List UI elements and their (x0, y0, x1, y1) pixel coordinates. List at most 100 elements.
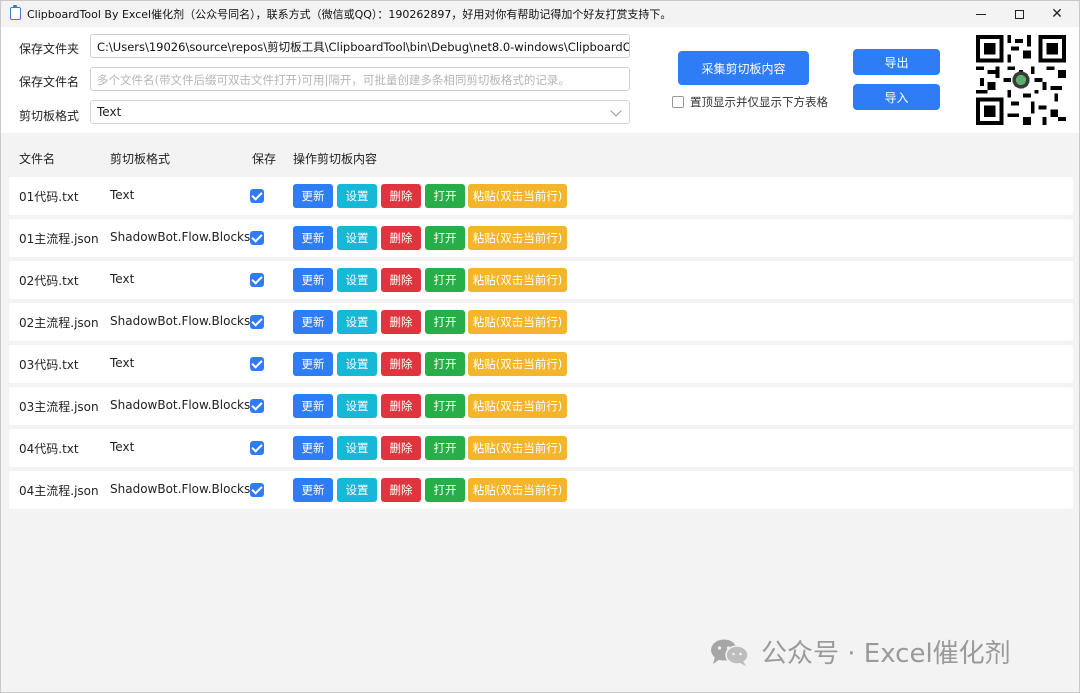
settings-button[interactable]: 设置 (337, 352, 377, 376)
row-format: Text (110, 440, 135, 454)
delete-button[interactable]: 删除 (381, 478, 421, 502)
delete-button[interactable]: 删除 (381, 310, 421, 334)
collect-clipboard-button[interactable]: 采集剪切板内容 (678, 51, 809, 85)
header-save: 保存 (252, 152, 277, 166)
window-title: ClipboardTool By Excel催化剂（公众号同名），联系方式（微信… (27, 8, 672, 21)
table-row[interactable]: 02代码.txt Text 更新 设置 删除 打开 粘贴(双击当前行) (9, 261, 1073, 299)
topmost-checkbox[interactable] (672, 96, 684, 108)
open-button[interactable]: 打开 (425, 394, 465, 418)
delete-button[interactable]: 删除 (381, 184, 421, 208)
header-filename: 文件名 (19, 152, 56, 166)
open-button[interactable]: 打开 (425, 268, 465, 292)
table-row[interactable]: 04主流程.json ShadowBot.Flow.Blocks 更新 设置 删… (9, 471, 1073, 509)
row-save-checkbox[interactable] (250, 357, 264, 371)
minimize-icon (976, 13, 986, 15)
export-button[interactable]: 导出 (853, 49, 940, 75)
filename-label: 保存文件名 (19, 75, 80, 89)
row-format: ShadowBot.Flow.Blocks (110, 398, 251, 412)
row-filename: 03代码.txt (19, 358, 79, 372)
update-button[interactable]: 更新 (293, 310, 333, 334)
watermark-text: 公众号 · Excel催化剂 (761, 639, 1011, 669)
clipboard-table: 01代码.txt Text 更新 设置 删除 打开 粘贴(双击当前行) 01主流… (9, 177, 1073, 513)
close-button[interactable]: ✕ (1037, 1, 1077, 27)
title-bar: ClipboardTool By Excel催化剂（公众号同名），联系方式（微信… (1, 1, 1079, 27)
row-format: ShadowBot.Flow.Blocks (110, 314, 251, 328)
delete-button[interactable]: 删除 (381, 394, 421, 418)
header-format: 剪切板格式 (110, 152, 171, 166)
update-button[interactable]: 更新 (293, 436, 333, 460)
paste-button[interactable]: 粘贴(双击当前行) (468, 310, 567, 334)
row-save-checkbox[interactable] (250, 231, 264, 245)
watermark: 公众号 · Excel催化剂 (709, 633, 1011, 670)
row-format: Text (110, 272, 135, 286)
header-actions: 操作剪切板内容 (293, 152, 378, 166)
settings-button[interactable]: 设置 (337, 394, 377, 418)
settings-button[interactable]: 设置 (337, 478, 377, 502)
row-format: Text (110, 188, 135, 202)
row-save-checkbox[interactable] (250, 441, 264, 455)
close-icon: ✕ (1051, 6, 1063, 22)
update-button[interactable]: 更新 (293, 226, 333, 250)
paste-button[interactable]: 粘贴(双击当前行) (468, 226, 567, 250)
update-button[interactable]: 更新 (293, 394, 333, 418)
table-row[interactable]: 03主流程.json ShadowBot.Flow.Blocks 更新 设置 删… (9, 387, 1073, 425)
folder-input[interactable]: C:\Users\19026\source\repos\剪切板工具\Clipbo… (90, 34, 630, 58)
open-button[interactable]: 打开 (425, 310, 465, 334)
settings-button[interactable]: 设置 (337, 310, 377, 334)
paste-button[interactable]: 粘贴(双击当前行) (468, 184, 567, 208)
update-button[interactable]: 更新 (293, 184, 333, 208)
row-save-checkbox[interactable] (250, 315, 264, 329)
delete-button[interactable]: 删除 (381, 268, 421, 292)
row-filename: 01代码.txt (19, 190, 79, 204)
row-filename: 04代码.txt (19, 442, 79, 456)
paste-button[interactable]: 粘贴(双击当前行) (468, 352, 567, 376)
table-row[interactable]: 04代码.txt Text 更新 设置 删除 打开 粘贴(双击当前行) (9, 429, 1073, 467)
open-button[interactable]: 打开 (425, 436, 465, 460)
row-filename: 04主流程.json (19, 484, 99, 498)
settings-button[interactable]: 设置 (337, 226, 377, 250)
open-button[interactable]: 打开 (425, 184, 465, 208)
row-save-checkbox[interactable] (250, 189, 264, 203)
maximize-button[interactable] (999, 1, 1039, 27)
update-button[interactable]: 更新 (293, 478, 333, 502)
row-filename: 02代码.txt (19, 274, 79, 288)
row-format: ShadowBot.Flow.Blocks (110, 482, 251, 496)
app-window: ClipboardTool By Excel催化剂（公众号同名），联系方式（微信… (0, 0, 1080, 693)
settings-button[interactable]: 设置 (337, 268, 377, 292)
table-row[interactable]: 01代码.txt Text 更新 设置 删除 打开 粘贴(双击当前行) (9, 177, 1073, 215)
wechat-icon (709, 637, 751, 667)
paste-button[interactable]: 粘贴(双击当前行) (468, 394, 567, 418)
settings-button[interactable]: 设置 (337, 436, 377, 460)
row-filename: 01主流程.json (19, 232, 99, 246)
qr-code-image (975, 35, 1067, 125)
format-select-value: Text (97, 105, 122, 119)
minimize-button[interactable] (961, 1, 1001, 27)
open-button[interactable]: 打开 (425, 478, 465, 502)
clipboard-app-icon (10, 5, 21, 20)
delete-button[interactable]: 删除 (381, 352, 421, 376)
table-row[interactable]: 01主流程.json ShadowBot.Flow.Blocks 更新 设置 删… (9, 219, 1073, 257)
delete-button[interactable]: 删除 (381, 226, 421, 250)
folder-label: 保存文件夹 (19, 42, 80, 56)
row-save-checkbox[interactable] (250, 483, 264, 497)
open-button[interactable]: 打开 (425, 226, 465, 250)
update-button[interactable]: 更新 (293, 352, 333, 376)
delete-button[interactable]: 删除 (381, 436, 421, 460)
paste-button[interactable]: 粘贴(双击当前行) (468, 478, 567, 502)
format-label: 剪切板格式 (19, 109, 80, 123)
row-save-checkbox[interactable] (250, 273, 264, 287)
paste-button[interactable]: 粘贴(双击当前行) (468, 268, 567, 292)
paste-button[interactable]: 粘贴(双击当前行) (468, 436, 567, 460)
format-select[interactable]: Text (90, 100, 630, 124)
table-row[interactable]: 02主流程.json ShadowBot.Flow.Blocks 更新 设置 删… (9, 303, 1073, 341)
filename-input[interactable]: 多个文件名(带文件后缀可双击文件打开)可用|隔开，可批量创建多条相同剪切板格式的… (90, 67, 630, 91)
open-button[interactable]: 打开 (425, 352, 465, 376)
maximize-icon (1014, 9, 1024, 19)
row-filename: 03主流程.json (19, 400, 99, 414)
table-row[interactable]: 03代码.txt Text 更新 设置 删除 打开 粘贴(双击当前行) (9, 345, 1073, 383)
chevron-down-icon (610, 105, 622, 117)
update-button[interactable]: 更新 (293, 268, 333, 292)
row-save-checkbox[interactable] (250, 399, 264, 413)
settings-button[interactable]: 设置 (337, 184, 377, 208)
import-button[interactable]: 导入 (853, 84, 940, 110)
